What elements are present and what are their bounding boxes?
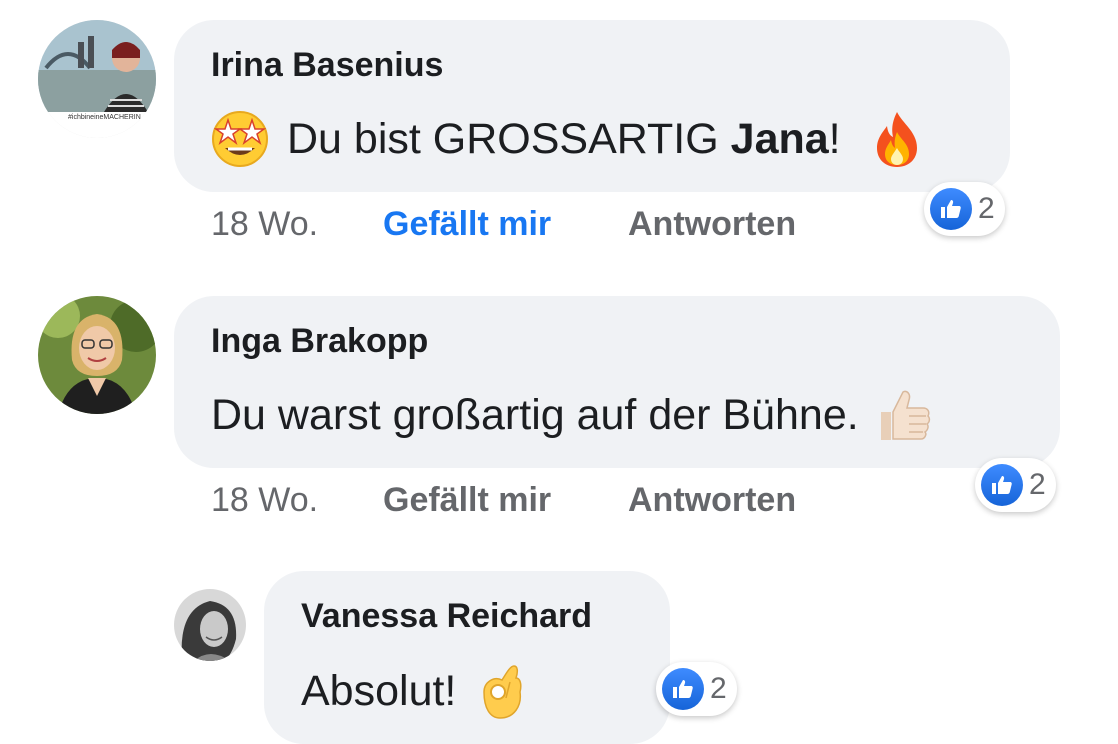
comment-text: Du warst großartig auf der Bühne. — [211, 386, 933, 444]
avatar-vanessa[interactable] — [174, 589, 246, 661]
like-icon — [930, 188, 972, 230]
thumbs-up-emoji — [880, 390, 930, 440]
like-button[interactable]: Gefällt mir — [383, 481, 551, 520]
star-struck-emoji — [212, 111, 268, 167]
comment-time[interactable]: 18 Wo. — [211, 481, 318, 520]
like-icon — [662, 668, 704, 710]
reaction-count: 2 — [978, 192, 995, 225]
reply-button[interactable]: Antworten — [628, 481, 796, 520]
mentioned-name[interactable]: Jana — [731, 115, 829, 164]
comment-time[interactable]: 18 Wo. — [211, 205, 318, 244]
like-icon — [981, 464, 1023, 506]
comment-text: Absolut! — [301, 662, 526, 720]
comment-text: Du bist GROSSARTIG Jana ! — [211, 110, 923, 168]
ok-hand-emoji — [483, 665, 522, 719]
comment-text-end: ! — [828, 114, 841, 163]
like-button[interactable]: Gefällt mir — [383, 205, 551, 244]
avatar-vanessa-photo — [174, 589, 246, 661]
avatar-badge-text: #ichbineineMACHERIN — [68, 114, 141, 121]
reaction-count: 2 — [1029, 468, 1046, 501]
comment-text-start: Du bist GROSSARTIG — [287, 114, 731, 163]
avatar-inga[interactable] — [38, 296, 156, 414]
comment-text-body: Absolut! — [301, 666, 457, 715]
avatar-irina[interactable]: #ichbineineMACHERIN — [38, 20, 156, 138]
reaction-summary[interactable]: 2 — [656, 662, 737, 716]
avatar-inga-photo — [38, 296, 156, 414]
reaction-count: 2 — [710, 672, 727, 705]
comment-author[interactable]: Inga Brakopp — [211, 322, 428, 361]
comment-text-body: Du warst großartig auf der Bühne. — [211, 390, 859, 439]
comment-author[interactable]: Irina Basenius — [211, 46, 443, 85]
reaction-summary[interactable]: 2 — [924, 182, 1005, 236]
fire-emoji — [876, 112, 917, 167]
comment-author[interactable]: Vanessa Reichard — [301, 597, 592, 636]
reaction-summary[interactable]: 2 — [975, 458, 1056, 512]
reply-button[interactable]: Antworten — [628, 205, 796, 244]
